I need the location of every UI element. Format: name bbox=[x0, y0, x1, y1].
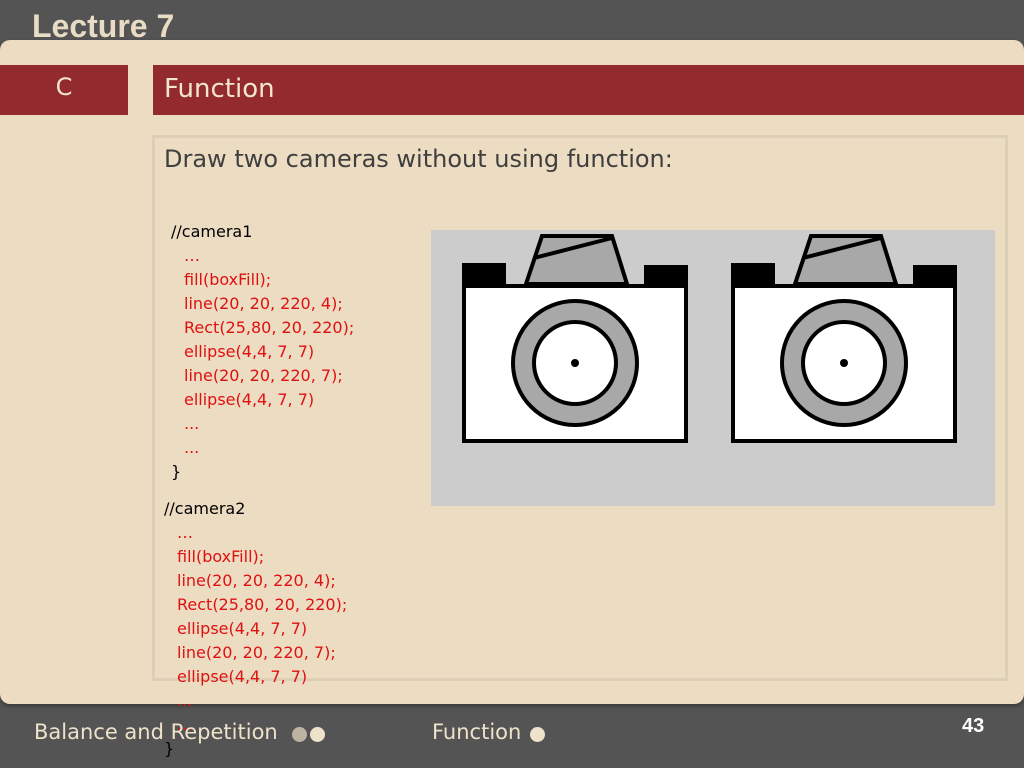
code-line: fill(boxFill); bbox=[177, 547, 265, 566]
code-line: Rect(25,80, 20, 220); bbox=[184, 318, 355, 337]
section-tab-label: C bbox=[55, 73, 73, 101]
dot-indicator bbox=[310, 727, 325, 742]
code-line: ellipse(4,4, 7, 7) bbox=[184, 342, 315, 361]
dot-indicator bbox=[292, 727, 307, 742]
code-line: … bbox=[177, 523, 193, 542]
footer-dots-left bbox=[292, 727, 325, 742]
code-line: ellipse(4,4, 7, 7) bbox=[177, 667, 308, 686]
slide-title-bar: Function bbox=[153, 65, 1024, 115]
code-line: line(20, 20, 220, 7); bbox=[184, 366, 343, 385]
camera-icon bbox=[731, 234, 957, 443]
code-line: ellipse(4,4, 7, 7) bbox=[177, 619, 308, 638]
code-closing-brace: } bbox=[171, 462, 182, 481]
code-line: Rect(25,80, 20, 220); bbox=[177, 595, 348, 614]
lecture-title: Lecture 7 bbox=[32, 8, 175, 44]
code-line: ellipse(4,4, 7, 7) bbox=[184, 390, 315, 409]
code-line: line(20, 20, 220, 4); bbox=[177, 571, 336, 590]
camera-icon bbox=[462, 234, 688, 443]
dot-indicator bbox=[530, 727, 545, 742]
code-line: … bbox=[184, 246, 200, 265]
code-line: ... bbox=[177, 691, 193, 710]
code-line: fill(boxFill); bbox=[184, 270, 272, 289]
page-number: 43 bbox=[962, 715, 985, 737]
code-line: line(20, 20, 220, 7); bbox=[177, 643, 336, 662]
code-block-camera1: //camera1 … fill(boxFill); line(20, 20, … bbox=[171, 220, 354, 484]
slide-heading: Draw two cameras without using function: bbox=[164, 145, 673, 173]
footer-section-label: Balance and Repetition bbox=[34, 720, 278, 744]
code-comment: //camera1 bbox=[171, 222, 253, 241]
two-cameras-figure bbox=[431, 230, 995, 506]
slide-title: Function bbox=[164, 74, 275, 104]
section-tab: C bbox=[0, 65, 128, 115]
code-comment: //camera2 bbox=[164, 499, 246, 518]
footer-dots-mid bbox=[530, 727, 545, 742]
code-line: ... bbox=[184, 414, 200, 433]
code-line: line(20, 20, 220, 4); bbox=[184, 294, 343, 313]
footer-topic-label: Function bbox=[432, 720, 522, 744]
cameras-illustration bbox=[462, 234, 957, 443]
code-line: ... bbox=[184, 438, 200, 457]
